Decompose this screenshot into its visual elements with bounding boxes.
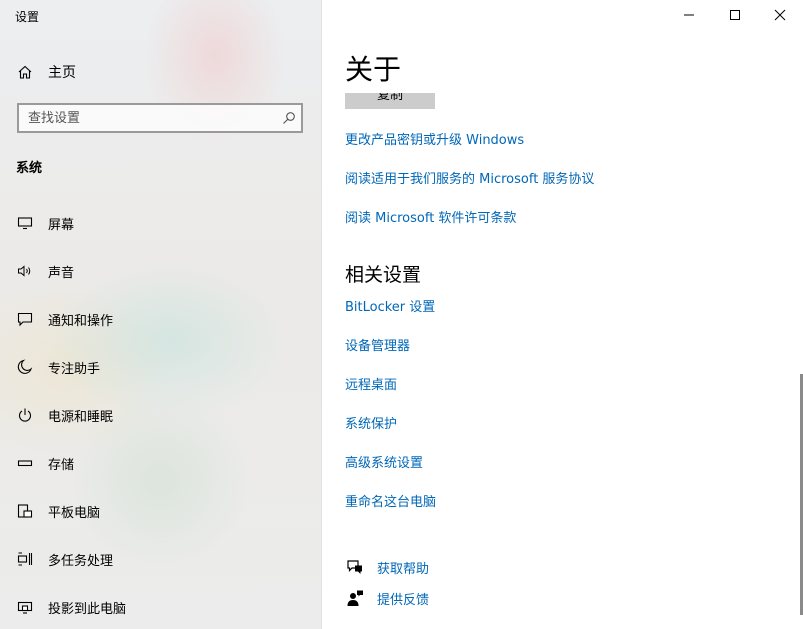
sidebar-item-label: 多任务处理 (48, 553, 114, 569)
sidebar-item-label: 存储 (48, 457, 75, 473)
sidebar-item-notifications[interactable]: 通知和操作 (16, 307, 113, 331)
nav-home-label: 主页 (48, 65, 76, 81)
related-settings-heading: 相关设置 (345, 264, 422, 286)
feedback-icon (345, 588, 365, 608)
storage-icon (16, 454, 34, 472)
close-button[interactable] (757, 0, 803, 30)
nav-home[interactable]: 主页 (16, 60, 76, 84)
search-input[interactable] (19, 104, 277, 132)
link-bitlocker-settings[interactable]: BitLocker 设置 (345, 296, 435, 315)
window-title: 设置 (15, 10, 40, 24)
sidebar-item-multitasking[interactable]: 多任务处理 (16, 547, 113, 571)
help-chat-icon (345, 557, 365, 577)
search-box[interactable] (17, 103, 303, 133)
sidebar-item-tablet[interactable]: 平板电脑 (16, 499, 100, 523)
project-icon (16, 598, 34, 616)
search-icon[interactable] (277, 111, 301, 125)
notification-icon (16, 310, 34, 328)
multitask-icon (16, 550, 34, 568)
speaker-icon (16, 262, 34, 280)
sidebar-item-power-sleep[interactable]: 电源和睡眠 (16, 403, 113, 427)
section-heading-system: 系统 (16, 161, 43, 176)
link-give-feedback[interactable]: 提供反馈 (377, 589, 429, 608)
sidebar-item-label: 声音 (48, 265, 75, 281)
sidebar-item-label: 专注助手 (48, 361, 101, 377)
maximize-button[interactable] (712, 0, 758, 30)
close-icon (774, 6, 786, 25)
page-title: 关于 (345, 53, 402, 86)
main-content: 关于 复制 更改产品密钥或升级 Windows 阅读适用于我们服务的 Micro… (322, 0, 803, 629)
sidebar-item-project[interactable]: 投影到此电脑 (16, 595, 126, 619)
give-feedback-row[interactable]: 提供反馈 (345, 588, 429, 608)
tablet-icon (16, 502, 34, 520)
link-remote-desktop[interactable]: 远程桌面 (345, 374, 397, 393)
sidebar-item-display[interactable]: 屏幕 (16, 211, 74, 235)
link-rename-pc[interactable]: 重命名这台电脑 (345, 491, 436, 510)
maximize-icon (729, 6, 741, 25)
link-change-product-key[interactable]: 更改产品密钥或升级 Windows (345, 129, 524, 148)
copy-button[interactable]: 复制 (345, 93, 435, 109)
sidebar-item-label: 屏幕 (48, 217, 75, 233)
sidebar-item-sound[interactable]: 声音 (16, 259, 74, 283)
sidebar-item-label: 电源和睡眠 (48, 409, 114, 425)
sidebar: 设置 主页 系统 屏幕 声音 通知和操作 专注助手 (0, 0, 322, 629)
minimize-icon (683, 6, 695, 25)
sidebar-item-label: 通知和操作 (48, 313, 114, 329)
sidebar-item-focus-assist[interactable]: 专注助手 (16, 355, 100, 379)
sidebar-item-storage[interactable]: 存储 (16, 451, 74, 475)
link-get-help[interactable]: 获取帮助 (377, 558, 429, 577)
sidebar-item-label: 投影到此电脑 (48, 601, 127, 617)
monitor-icon (16, 214, 34, 232)
link-advanced-system-settings[interactable]: 高级系统设置 (345, 452, 423, 471)
home-icon (16, 63, 34, 81)
link-system-protection[interactable]: 系统保护 (345, 413, 397, 432)
sidebar-item-label: 平板电脑 (48, 505, 101, 521)
power-icon (16, 406, 34, 424)
get-help-row[interactable]: 获取帮助 (345, 557, 429, 577)
moon-icon (16, 358, 34, 376)
link-license-terms[interactable]: 阅读 Microsoft 软件许可条款 (345, 207, 516, 226)
link-service-agreement[interactable]: 阅读适用于我们服务的 Microsoft 服务协议 (345, 168, 594, 187)
minimize-button[interactable] (666, 0, 712, 30)
link-device-manager[interactable]: 设备管理器 (345, 335, 410, 354)
